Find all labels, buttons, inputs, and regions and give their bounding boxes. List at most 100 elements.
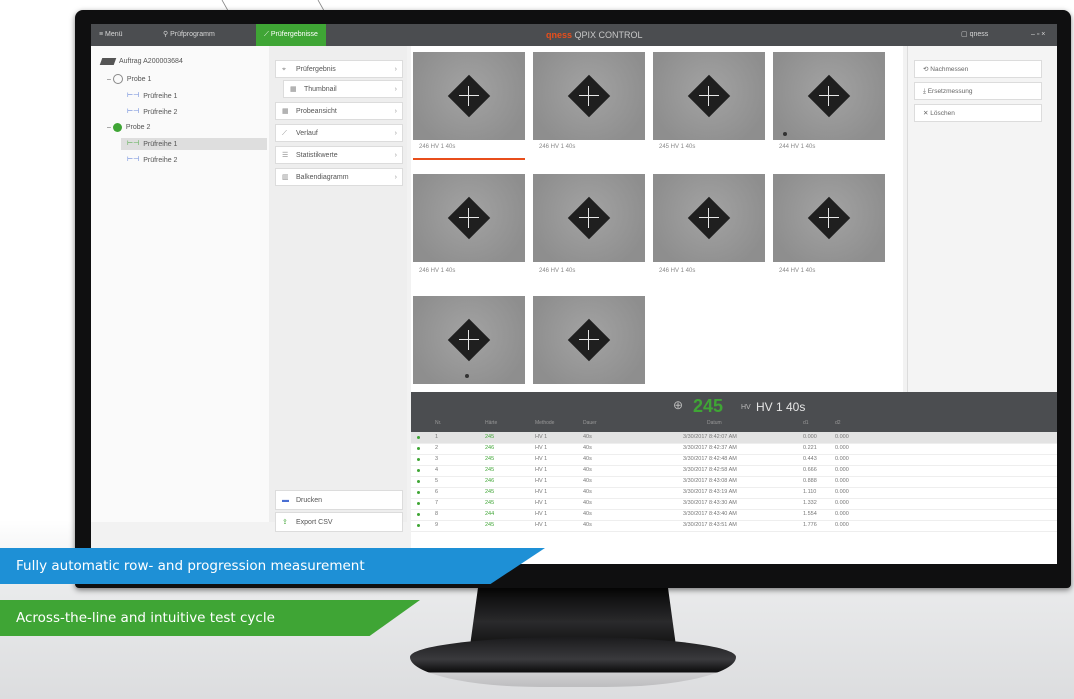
menu-test-result[interactable]: ⌖ Prüfergebnis › (275, 60, 403, 78)
table-cell-d2: 0.000 (835, 456, 849, 462)
table-cell-d1: 1.554 (803, 511, 817, 517)
tree-s2-series-1-label: Prüfreihe 1 (143, 140, 178, 148)
table-cell-d2: 0.000 (835, 445, 849, 451)
table-cell-n: 1 (435, 434, 439, 440)
col-hardness[interactable]: Härte (485, 420, 497, 426)
chevron-right-icon: › (394, 66, 397, 73)
tree-sample-1[interactable]: – Probe 1 (107, 74, 151, 86)
col-d2[interactable]: d2 (835, 420, 841, 426)
table-cell-m: HV 1 (535, 500, 548, 506)
tree-s2-series-2[interactable]: ⊢⊣ Prüfreihe 2 (127, 154, 177, 166)
menu-sample-view[interactable]: ▦ Probeansicht › (275, 102, 403, 120)
tree-s2-series-1[interactable]: ⊢⊣ Prüfreihe 1 (121, 138, 267, 150)
tree-s1-series-2[interactable]: ⊢⊣ Prüfreihe 2 (127, 106, 177, 118)
thumbnail-label: 244 HV 1 40s (779, 144, 816, 150)
table-row[interactable]: 9 245 HV 1 40s 3/30/2017 8:43:51 AM 1.776 0.00… (411, 520, 1057, 532)
table-cell-d2: 0.000 (835, 434, 849, 440)
tab-test-program-label: Prüfprogramm (170, 31, 215, 38)
status-dot-icon (417, 447, 420, 450)
tree-order[interactable]: Auftrag A200003684 (99, 56, 183, 68)
table-cell-t: 40s (583, 445, 592, 451)
col-d1[interactable]: d1 (803, 420, 809, 426)
table-cell-d1: 0.443 (803, 456, 817, 462)
status-dot-icon (417, 513, 420, 516)
user-button[interactable]: ▢ qness (961, 24, 988, 46)
table-cell-n: 6 (435, 489, 439, 495)
thumbnail-label: 246 HV 1 40s (539, 144, 576, 150)
delete-button[interactable]: ✕ Löschen (914, 104, 1042, 122)
status-dot-icon (417, 491, 420, 494)
tree-s1-series-1-label: Prüfreihe 1 (143, 92, 178, 100)
app-screen: ≡ Menü ⚲ Prüfprogramm ⟋ Prüfergebnisse q… (91, 24, 1057, 564)
col-date[interactable]: Datum (707, 420, 722, 426)
col-duration[interactable]: Dauer (583, 420, 597, 426)
thumbnail-image[interactable] (533, 296, 645, 384)
thumbnail-image[interactable] (533, 52, 645, 140)
remeasure-button[interactable]: ⟲ Nachmessen (914, 60, 1042, 78)
thumbnail-image[interactable] (773, 174, 885, 262)
sample-icon-green (112, 122, 122, 132)
table-cell-d2: 0.000 (835, 467, 849, 473)
tree-order-label: Auftrag A200003684 (119, 58, 183, 65)
thumbnail-image[interactable] (653, 52, 765, 140)
tree-sample-2[interactable]: – Probe 2 (107, 122, 150, 134)
results-icon: ⟋ (264, 31, 271, 38)
table-cell-n: 3 (435, 456, 439, 462)
crosshair-icon: ⌖ (282, 66, 286, 73)
replace-measurement-button[interactable]: ⤓ Ersetzmessung (914, 82, 1042, 100)
menu-progression[interactable]: ⟋ Verlauf › (275, 124, 403, 142)
print-button[interactable]: ▬ Drucken (275, 490, 403, 510)
table-cell-n: 2 (435, 445, 439, 451)
table-cell-m: HV 1 (535, 489, 548, 495)
thumbnail-image[interactable] (413, 296, 525, 384)
status-dot-icon (417, 480, 420, 483)
tree-s1-series-1[interactable]: ⊢⊣ Prüfreihe 1 (127, 90, 177, 102)
thumbnail-image[interactable] (773, 52, 885, 140)
table-cell-n: 7 (435, 500, 439, 506)
collapse-icon: – (107, 124, 113, 131)
thumbnail-image[interactable] (533, 174, 645, 262)
chevron-right-icon: › (394, 174, 397, 181)
tab-test-results[interactable]: ⟋ Prüfergebnisse (256, 24, 326, 46)
hardness-value: 245 (693, 396, 724, 416)
menu-bar-chart[interactable]: ▥ Balkendiagramm › (275, 168, 403, 186)
series-icon: ⊢⊣ (127, 92, 140, 99)
table-cell-d1: 0.666 (803, 467, 817, 473)
export-icon: ⇪ (282, 519, 288, 526)
window-controls[interactable]: – ▫ × (1031, 24, 1045, 46)
col-nr[interactable]: Nr. (435, 420, 441, 426)
replace-measurement-label: Ersetzmessung (927, 88, 973, 95)
table-cell-m: HV 1 (535, 511, 548, 517)
export-csv-button[interactable]: ⇪ Export CSV (275, 512, 403, 532)
thumbnail-label: 245 HV 1 40s (659, 144, 696, 150)
menu-statistics-label: Statistikwerte (296, 152, 338, 159)
thumbnail-image[interactable] (413, 52, 525, 140)
feature-banner-blue: Fully automatic row- and progression mea… (0, 548, 545, 584)
thumbnail-label: 246 HV 1 40s (659, 268, 696, 274)
sample-icon (112, 74, 123, 85)
line-chart-icon: ⟋ (282, 130, 287, 137)
menu-button[interactable]: ≡ Menü (99, 24, 123, 46)
view-menu: ⌖ Prüfergebnis › ▦ Thumbnail › ▦ Probeansicht… (269, 46, 407, 532)
print-label: Drucken (296, 497, 323, 504)
thumbnail-image[interactable] (653, 174, 765, 262)
brand-mark: qness (546, 30, 573, 40)
thumbnail-label: 246 HV 1 40s (419, 144, 456, 150)
table-header: Nr. Härte Methode Dauer Datum d1 d2 (411, 420, 1057, 432)
table-cell-n: 8 (435, 511, 439, 517)
menu-progression-label: Verlauf (296, 130, 318, 137)
table-cell-hv: 245 (485, 522, 495, 528)
table-cell-m: HV 1 (535, 434, 548, 440)
monitor-base (410, 637, 736, 687)
thumbnail-image[interactable] (413, 174, 525, 262)
status-dot-icon (417, 458, 420, 461)
menu-statistics[interactable]: ☰ Statistikwerte › (275, 146, 403, 164)
col-method[interactable]: Methode (535, 420, 554, 426)
thumbnail-label: 246 HV 1 40s (539, 268, 576, 274)
chevron-right-icon: › (394, 108, 397, 115)
target-icon: ⊕ (673, 398, 684, 412)
menu-thumbnail[interactable]: ▦ Thumbnail › (283, 80, 403, 98)
tab-test-program[interactable]: ⚲ Prüfprogramm (163, 24, 215, 46)
series-icon: ⊢⊣ (127, 156, 140, 163)
hardness-scale: HV 1 40s (756, 400, 806, 414)
